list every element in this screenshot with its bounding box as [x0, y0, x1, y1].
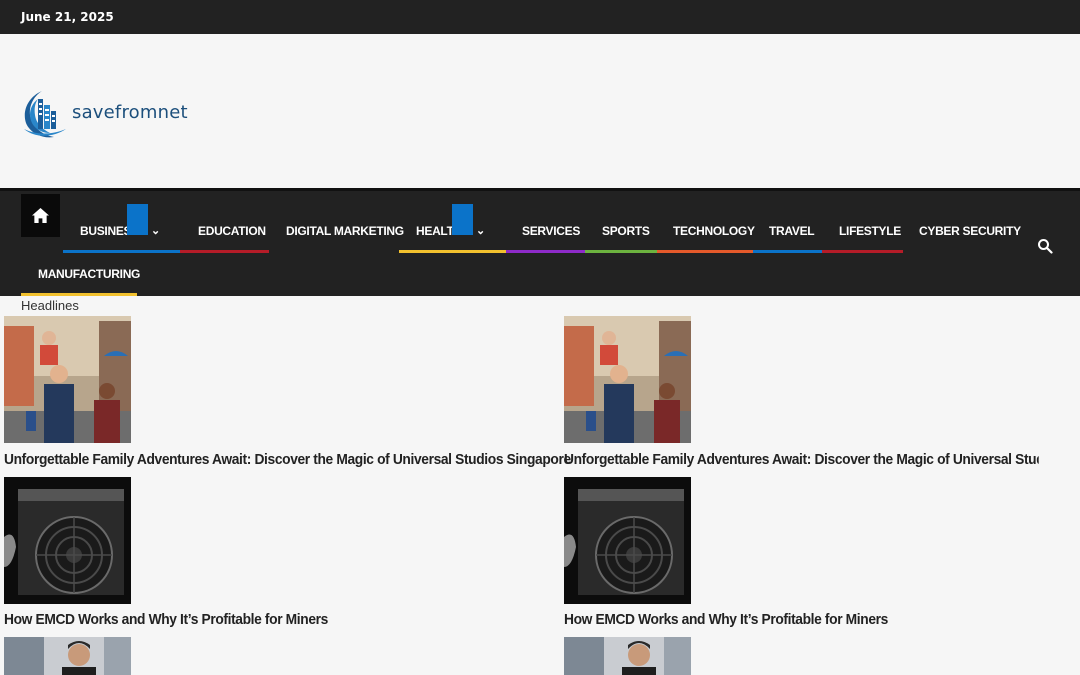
- nav-underline-services: [506, 250, 585, 253]
- nav-item-digital-marketing[interactable]: DIGITAL MARKETING: [286, 220, 404, 242]
- family-universal-studios-image[interactable]: [4, 316, 131, 443]
- nav-underline-digital-marketing: [269, 250, 399, 253]
- nav-label-digital-marketing: DIGITAL MARKETING: [286, 224, 404, 238]
- family-universal-studios-image[interactable]: [564, 316, 691, 443]
- chevron-down-icon[interactable]: ⌄: [476, 220, 485, 242]
- home-icon: [32, 207, 49, 224]
- search-icon[interactable]: [1037, 238, 1053, 254]
- nav-label-travel: TRAVEL: [769, 224, 815, 238]
- site-logo[interactable]: savefromnet: [20, 84, 190, 140]
- masthead: savefromnet: [0, 34, 1080, 189]
- nav-underline-education: [180, 250, 269, 253]
- chevron-down-icon[interactable]: ⌄: [151, 220, 160, 242]
- nav-underline-business: [63, 250, 180, 253]
- post-title[interactable]: How EMCD Works and Why It’s Profitable f…: [4, 611, 328, 628]
- nav-underline-cyber-security: [903, 250, 1019, 253]
- crypto-miner-fan-image[interactable]: [4, 477, 131, 604]
- nav-item-manufacturing[interactable]: MANUFACTURING: [38, 263, 140, 285]
- nav-underline-technology: [657, 250, 753, 253]
- top-bar: June 21, 2025: [0, 0, 1080, 34]
- nav-underline-health: [399, 250, 506, 253]
- nav-underline-lifestyle: [822, 250, 903, 253]
- post-title[interactable]: Unforgettable Family Adventures Await: D…: [4, 451, 571, 468]
- nav-label-services: SERVICES: [522, 224, 581, 238]
- nav-item-sports[interactable]: SPORTS: [602, 220, 650, 242]
- nav-item-services[interactable]: SERVICES: [522, 220, 580, 242]
- nav-highlight-block: [452, 204, 473, 235]
- main-navigation: BUSINESS ⌄ EDUCATION DIGITAL MARKETING H…: [0, 188, 1080, 296]
- nav-item-lifestyle[interactable]: LIFESTYLE: [839, 220, 901, 242]
- nav-label-technology: TECHNOLOGY: [673, 224, 755, 238]
- man-in-suit-image[interactable]: [4, 637, 131, 675]
- nav-label-sports: SPORTS: [602, 224, 650, 238]
- nav-item-cyber-security[interactable]: CYBER SECURITY: [919, 220, 1021, 242]
- post-title[interactable]: How EMCD Works and Why It’s Profitable f…: [564, 611, 888, 628]
- nav-label-cyber-security: CYBER SECURITY: [919, 224, 1021, 238]
- nav-underline-manufacturing: [21, 293, 137, 296]
- nav-item-travel[interactable]: TRAVEL: [769, 220, 815, 242]
- nav-underline-sports: [585, 250, 657, 253]
- site-name: savefromnet: [72, 101, 188, 123]
- nav-label-education: EDUCATION: [198, 224, 266, 238]
- current-date: June 21, 2025: [21, 10, 114, 24]
- nav-highlight-block: [127, 204, 148, 235]
- nav-underline-travel: [753, 250, 822, 253]
- nav-item-technology[interactable]: TECHNOLOGY: [673, 220, 755, 242]
- building-arc-logo-icon: [24, 91, 66, 138]
- home-button[interactable]: [21, 194, 60, 237]
- nav-label-lifestyle: LIFESTYLE: [839, 224, 901, 238]
- man-in-suit-image[interactable]: [564, 637, 691, 675]
- nav-item-education[interactable]: EDUCATION: [198, 220, 266, 242]
- crypto-miner-fan-image[interactable]: [564, 477, 691, 604]
- nav-label-manufacturing: MANUFACTURING: [38, 267, 141, 281]
- post-title[interactable]: Unforgettable Family Adventures Await: D…: [564, 451, 1039, 468]
- headlines-heading: Headlines: [21, 298, 79, 313]
